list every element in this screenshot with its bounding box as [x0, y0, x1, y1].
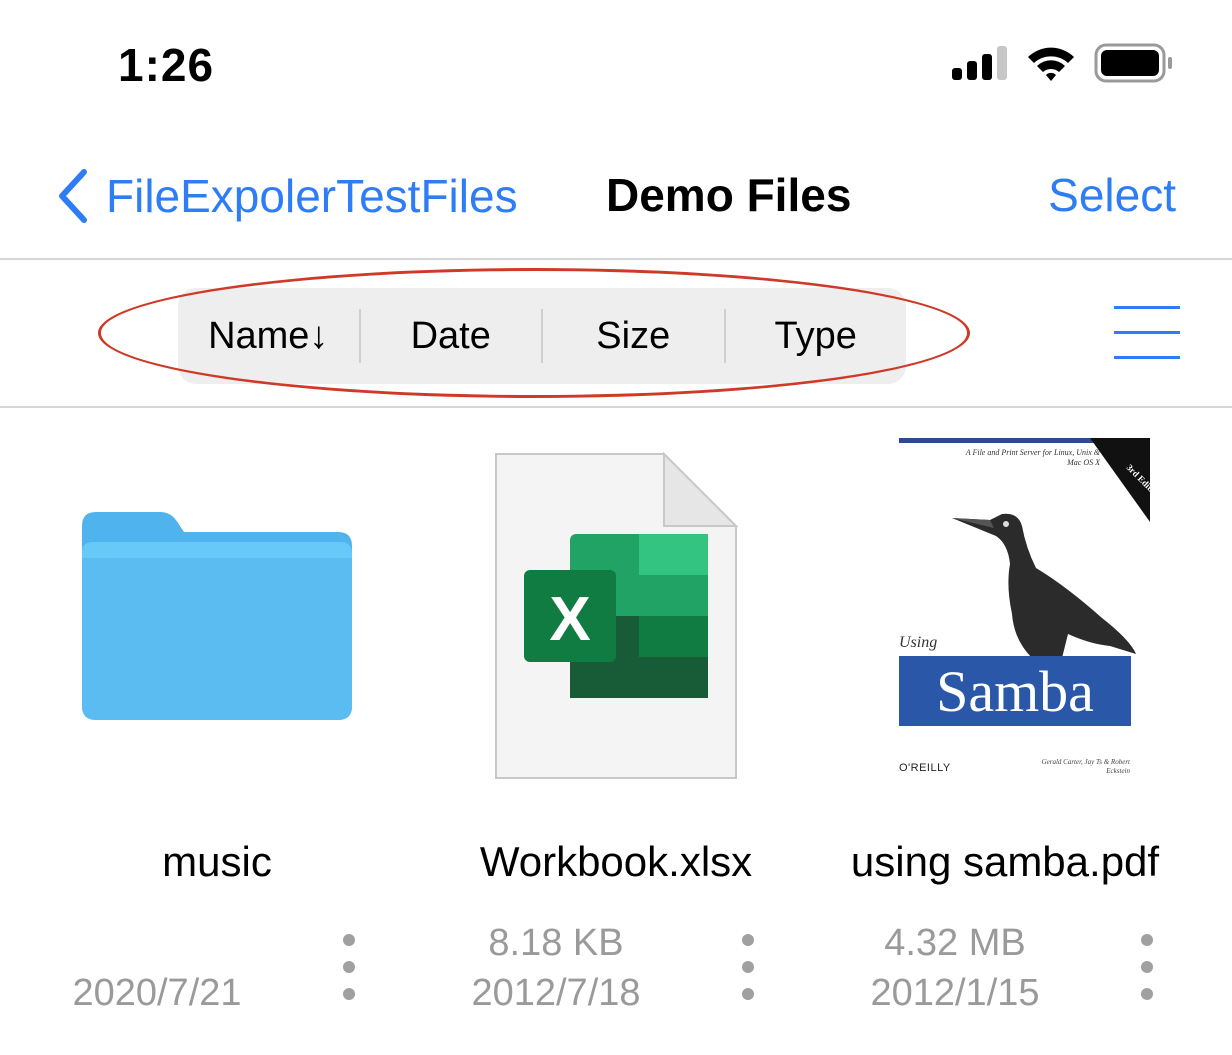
- more-options-button[interactable]: [733, 932, 763, 1002]
- chevron-left-icon: [59, 169, 87, 223]
- cellular-signal-icon: [952, 46, 1007, 80]
- file-name: music: [162, 838, 272, 885]
- cover-using: Using: [899, 634, 938, 651]
- select-button[interactable]: Select: [1048, 168, 1176, 222]
- svg-text:X: X: [549, 585, 590, 654]
- file-grid: music 2020/7/21 X Workbook.xlsx 8.18 KB …: [0, 410, 1232, 1055]
- file-item[interactable]: A File and Print Server for Linux, Unix …: [815, 410, 1215, 1055]
- folder-icon: [82, 512, 352, 720]
- cover-authors: Gerald Carter, Jay Ts & Robert Eckstein: [1041, 758, 1130, 775]
- list-view-button[interactable]: [1114, 302, 1180, 364]
- file-date: 2012/1/15: [870, 972, 1040, 1014]
- status-bar: 1:26: [0, 0, 1232, 120]
- file-size: 8.18 KB: [488, 922, 624, 964]
- file-item[interactable]: music 2020/7/21: [17, 410, 417, 1055]
- more-options-button[interactable]: [1132, 932, 1162, 1002]
- sort-segmented-control: Name↓ Date Size Type: [178, 288, 906, 384]
- cover-title: Samba: [899, 656, 1131, 726]
- file-name: Workbook.xlsx: [479, 838, 753, 885]
- back-button[interactable]: FileExpolerTestFiles: [56, 164, 518, 228]
- back-button-label: FileExpolerTestFiles: [106, 170, 518, 222]
- battery-icon: [1094, 43, 1172, 83]
- file-date: 2012/7/18: [471, 972, 641, 1014]
- sort-by-date[interactable]: Date: [361, 309, 543, 363]
- navigation-bar: FileExpolerTestFiles Demo Files Select: [0, 150, 1232, 260]
- file-size: 4.32 MB: [884, 922, 1026, 964]
- file-name: using samba.pdf: [850, 838, 1160, 885]
- sort-by-type[interactable]: Type: [726, 309, 907, 363]
- sort-bar: Name↓ Date Size Type: [0, 262, 1232, 408]
- pdf-thumbnail: A File and Print Server for Linux, Unix …: [880, 438, 1150, 790]
- file-item[interactable]: X Workbook.xlsx 8.18 KB 2012/7/18: [416, 410, 816, 1055]
- cover-publisher: O'REILLY: [899, 762, 951, 774]
- wifi-icon: [1028, 47, 1074, 81]
- status-time: 1:26: [118, 39, 215, 91]
- sort-by-size[interactable]: Size: [543, 309, 726, 363]
- page-title: Demo Files: [606, 169, 852, 221]
- excel-document-icon: X: [495, 452, 738, 779]
- sort-by-name[interactable]: Name↓: [178, 309, 361, 363]
- more-options-button[interactable]: [334, 932, 364, 1002]
- file-date: 2020/7/21: [72, 972, 242, 1014]
